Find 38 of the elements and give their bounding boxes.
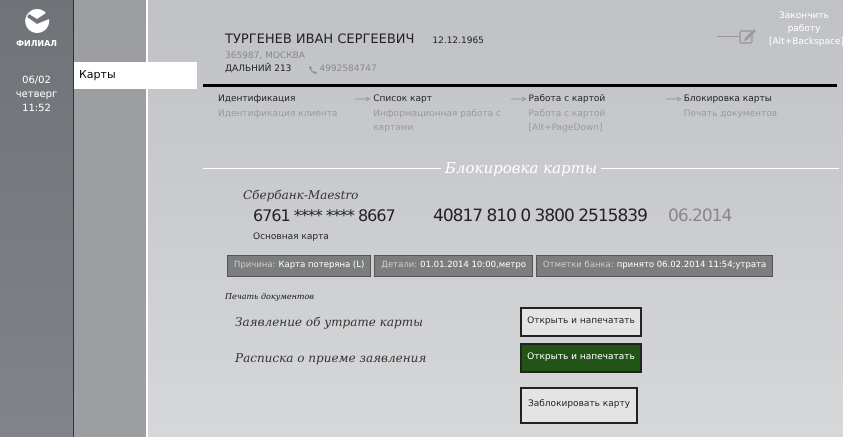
document-title: Расписка о приеме заявления [234, 350, 428, 366]
step-title: Блокировка карты [684, 93, 772, 106]
card-number: 6761 **** **** 8667 [253, 204, 396, 226]
step-title: Идентификация [218, 93, 296, 106]
phone-icon [309, 66, 318, 74]
birth-date: 12.12.1965 [432, 35, 484, 48]
document-title: Заявление об утрате карты [234, 314, 424, 330]
step-title: Список карт [373, 93, 432, 106]
branch-label: ФИЛИАЛ [16, 38, 57, 50]
detail-value: Карта потеряна (L) [278, 259, 364, 272]
time-text: 11:52 [22, 102, 51, 116]
phone-number: 4992584747 [319, 63, 377, 76]
logo-icon [24, 8, 50, 34]
detail-value: 01.01.2014 10:00,метро [420, 259, 526, 272]
print-button[interactable]: Открыть и напечатать [520, 306, 642, 336]
arrow-icon [666, 97, 682, 101]
client-name: ТУРГЕНЕВ ИВАН СЕРГЕЕВИЧ [225, 31, 414, 49]
arrow-icon [510, 97, 526, 101]
date-text: 06/02 [22, 74, 51, 88]
client-street: ДАЛЬНИЙ 213 [225, 63, 292, 76]
detail-label: Причина: [234, 259, 276, 272]
card-product: Сбербанк-Maestro [243, 186, 360, 204]
card-expiry: 06.2014 [668, 204, 732, 228]
block-card-button[interactable]: Заблокировать карту [520, 386, 638, 424]
section-title: Блокировка карты [444, 158, 598, 179]
menu-item[interactable]: Карты [74, 62, 197, 89]
weekday-text: четверг [16, 88, 58, 102]
print-button[interactable]: Открыть и напечатать [520, 342, 642, 372]
card-type: Основная карта [252, 231, 330, 244]
edit-icon[interactable] [739, 28, 757, 44]
detail-label: Отметки банка: [542, 259, 614, 272]
detail-label: Детали: [381, 259, 418, 272]
step-title: Работа с картой [528, 93, 606, 106]
arrow-icon [355, 97, 372, 101]
client-address: 365987, МОСКВА [225, 50, 306, 62]
account-number: 40817 810 0 3800 2515839 [433, 204, 648, 228]
documents-heading: Печать документов [225, 290, 315, 302]
detail-value: принято 06.02.2014 11:54;утрата [616, 259, 766, 272]
